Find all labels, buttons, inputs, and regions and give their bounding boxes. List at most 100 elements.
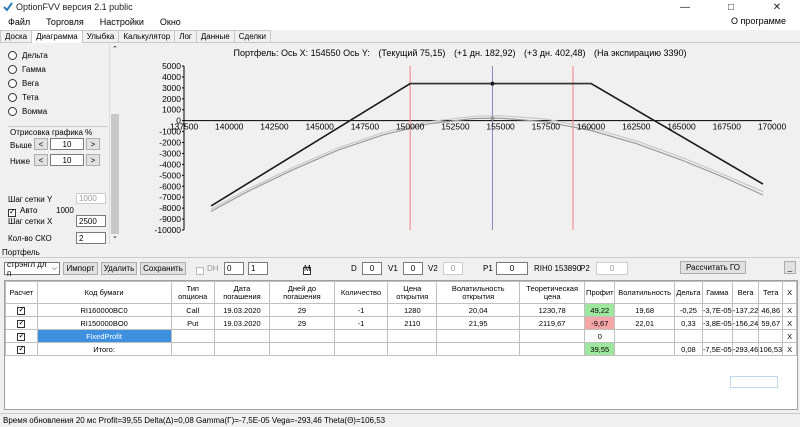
portfolio-select[interactable]: стрэнгл дл п ⌵ — [4, 260, 60, 278]
tab-calculator[interactable]: Калькулятор — [118, 30, 176, 42]
delete-row-button[interactable]: X — [782, 303, 797, 317]
table-cell: -3,7E-05 — [701, 303, 733, 317]
menu-about[interactable]: О программе — [723, 16, 794, 26]
rih-label: RIH0 153890 — [534, 264, 582, 273]
greek-option-vega[interactable]: Вега — [8, 76, 108, 90]
above-decrease-button[interactable]: < — [34, 138, 48, 150]
grid-dropdown[interactable] — [730, 376, 778, 388]
p1-input[interactable]: 0 — [496, 262, 528, 275]
above-increase-button[interactable]: > — [86, 138, 100, 150]
below-increase-button[interactable]: > — [86, 154, 100, 166]
scrollbar-thumb[interactable] — [111, 114, 119, 234]
column-header[interactable]: Тип опциона — [170, 281, 215, 304]
table-cell — [387, 342, 438, 356]
calc-cell[interactable] — [5, 303, 38, 317]
d-input[interactable]: 0 — [362, 262, 382, 275]
delete-row-button[interactable]: X — [782, 316, 797, 330]
column-header[interactable]: Волатильность — [614, 281, 675, 304]
dh-label: DH — [207, 264, 219, 273]
table-row[interactable]: Итого: 39,55 0,08-7,5E-05-293,46106,53X — [5, 342, 797, 356]
dh-minutes-input[interactable]: 1 — [248, 262, 268, 275]
above-input[interactable]: 10 — [50, 138, 84, 150]
delete-row-button[interactable]: X — [782, 342, 797, 356]
chart-axes-label: Портфель: Ось X: 154550 Ось Y: — [233, 48, 370, 58]
v2-input[interactable]: 0 — [443, 262, 463, 275]
column-header[interactable]: Цена открытия — [387, 281, 438, 304]
settings-scrollbar[interactable]: ⌃ ⌄ — [109, 44, 119, 244]
column-header[interactable]: Количество — [333, 281, 389, 304]
greek-option-delta[interactable]: Дельта — [8, 48, 108, 62]
delete-row-button[interactable]: X — [782, 329, 797, 343]
auto-checkbox[interactable] — [8, 207, 16, 217]
y-tick-label: 4000 — [162, 72, 181, 82]
column-header[interactable]: X — [782, 281, 797, 304]
table-cell — [436, 329, 520, 343]
dh-hours-input[interactable]: 0 — [224, 262, 244, 275]
table-row[interactable]: RI160000BC0Call19.03.202029-1128020,0412… — [5, 303, 797, 317]
maximize-button[interactable]: □ — [708, 0, 754, 14]
import-button[interactable]: Импорт — [63, 262, 98, 275]
greek-option-gamma[interactable]: Гамма — [8, 62, 108, 76]
close-button[interactable]: ✕ — [754, 0, 800, 14]
y-tick-label: 2000 — [162, 94, 181, 104]
column-header[interactable]: Вега — [731, 281, 760, 304]
calc-checkbox[interactable] — [17, 318, 26, 328]
dh-checkbox[interactable] — [196, 266, 204, 275]
table-cell: -1 — [333, 303, 389, 317]
below-decrease-button[interactable]: < — [34, 154, 48, 166]
column-header[interactable]: Дата погашения — [213, 281, 271, 304]
calc-checkbox[interactable] — [17, 305, 26, 315]
p2-input[interactable]: 0 — [596, 262, 628, 275]
calc-checkbox[interactable] — [17, 344, 26, 354]
expiry-value: (На экспирацию 3390) — [594, 48, 687, 58]
scroll-up-icon[interactable]: ⌃ — [112, 45, 118, 53]
sko-input[interactable]: 2 — [76, 232, 106, 244]
tab-diagram[interactable]: Диаграмма — [31, 30, 83, 43]
table-cell — [170, 342, 215, 356]
greek-option-vomma[interactable]: Вомма — [8, 104, 108, 118]
calc-cell[interactable] — [5, 342, 38, 356]
below-input[interactable]: 10 — [50, 154, 84, 166]
minimize-panel-button[interactable]: _ — [784, 261, 796, 274]
table-row[interactable]: RI150000BO0Put19.03.202029-1211021,95211… — [5, 316, 797, 330]
positions-grid: Расчет Код бумаги Тип опциона Дата погашени… — [4, 280, 798, 410]
menu-file[interactable]: Файл — [0, 17, 38, 27]
tab-log[interactable]: Лог — [174, 30, 197, 42]
calc-cell[interactable] — [5, 316, 38, 330]
column-header[interactable]: Код бумаги — [36, 281, 172, 304]
v1-input[interactable]: 0 — [403, 262, 423, 275]
delete-button[interactable]: Удалить — [101, 262, 137, 275]
column-header[interactable]: Волатильность открытия — [436, 281, 520, 304]
calc-checkbox[interactable] — [17, 331, 26, 341]
minimize-button[interactable]: — — [662, 0, 708, 14]
table-cell: -9,67 — [584, 316, 616, 330]
payoff-chart[interactable]: 500040003000200010000-1000-2000-3000-400… — [122, 60, 798, 240]
menu-trading[interactable]: Торговля — [38, 17, 92, 27]
tab-strip: Доска Диаграмма Улыбка Калькулятор Лог Д… — [0, 30, 800, 43]
tab-smile[interactable]: Улыбка — [81, 30, 120, 42]
column-header[interactable]: Дней до погашения — [269, 281, 335, 304]
table-cell: Итого: — [36, 342, 172, 356]
scroll-down-icon[interactable]: ⌄ — [112, 232, 118, 240]
y-tick-label: -4000 — [159, 159, 181, 169]
save-button[interactable]: Сохранить — [140, 262, 186, 275]
calc-margin-button[interactable]: Рассчитать ГО — [680, 261, 746, 274]
step-y-input[interactable]: 1000 — [76, 193, 106, 204]
menu-window[interactable]: Окно — [152, 17, 189, 27]
column-header[interactable]: Профит — [584, 281, 616, 304]
calc-cell[interactable] — [5, 329, 38, 343]
tab-board[interactable]: Доска — [0, 30, 33, 42]
greek-option-theta[interactable]: Тета — [8, 90, 108, 104]
menu-settings[interactable]: Настройки — [92, 17, 152, 27]
table-cell: 59,67 — [758, 316, 784, 330]
step-x-input[interactable]: 2500 — [76, 215, 106, 227]
y-tick-label: -9000 — [159, 214, 181, 224]
column-header[interactable]: Тета — [758, 281, 784, 304]
table-row[interactable]: FixedProfit 0 X — [5, 329, 797, 343]
column-header[interactable]: Гамма — [701, 281, 733, 304]
tab-data[interactable]: Данные — [195, 30, 235, 42]
column-header[interactable]: Теоретическая цена — [518, 281, 586, 304]
column-header[interactable]: Расчет — [5, 281, 38, 304]
tab-trades[interactable]: Сделки — [233, 30, 272, 42]
column-header[interactable]: Дельта — [673, 281, 703, 304]
